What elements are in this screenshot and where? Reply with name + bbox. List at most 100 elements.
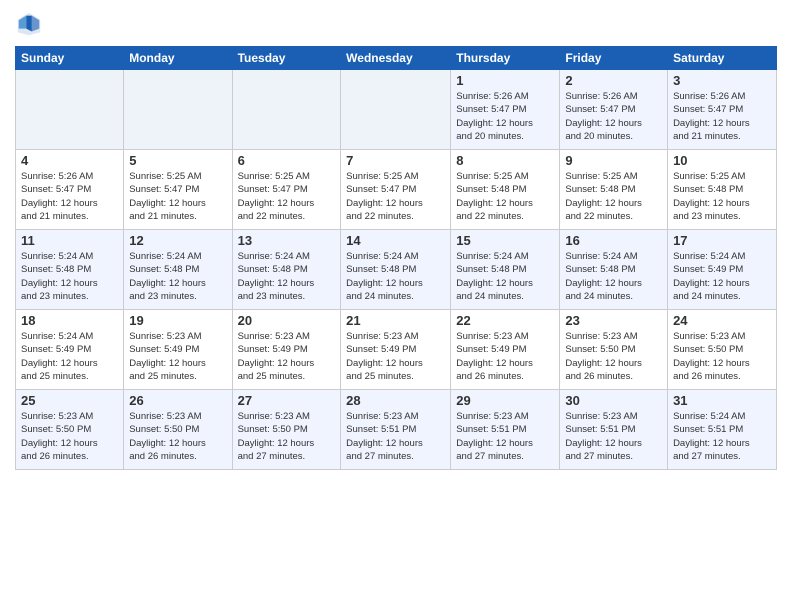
day-number: 8 <box>456 153 554 168</box>
day-cell: 26 Sunrise: 5:23 AM Sunset: 5:50 PM Dayli… <box>124 390 232 470</box>
weekday-wednesday: Wednesday <box>341 47 451 70</box>
day-number: 18 <box>21 313 118 328</box>
day-info: Sunrise: 5:23 AM Sunset: 5:50 PM Dayligh… <box>238 410 336 463</box>
day-number: 10 <box>673 153 771 168</box>
day-info: Sunrise: 5:23 AM Sunset: 5:50 PM Dayligh… <box>565 330 662 383</box>
day-cell: 7 Sunrise: 5:25 AM Sunset: 5:47 PM Daylig… <box>341 150 451 230</box>
day-number: 26 <box>129 393 226 408</box>
day-cell: 9 Sunrise: 5:25 AM Sunset: 5:48 PM Daylig… <box>560 150 668 230</box>
day-cell: 14Sunrise: 5:24 AM Sunset: 5:48 PM Dayli… <box>341 230 451 310</box>
day-info: Sunrise: 5:23 AM Sunset: 5:51 PM Dayligh… <box>456 410 554 463</box>
day-number: 3 <box>673 73 771 88</box>
day-number: 15 <box>456 233 554 248</box>
day-cell: 13 Sunrise: 5:24 AM Sunset: 5:48 PM Dayli… <box>232 230 341 310</box>
day-number: 11 <box>21 233 118 248</box>
day-info: Sunrise: 5:23 AM Sunset: 5:49 PM Dayligh… <box>129 330 226 383</box>
day-cell: 15 Sunrise: 5:24 AM Sunset: 5:48 PM Dayli… <box>451 230 560 310</box>
day-cell: 29 Sunrise: 5:23 AM Sunset: 5:51 PM Dayli… <box>451 390 560 470</box>
day-info: Sunrise: 5:24 AM Sunset: 5:51 PM Dayligh… <box>673 410 771 463</box>
day-info: Sunrise: 5:24 AM Sunset: 5:49 PM Dayligh… <box>673 250 771 303</box>
weekday-header-row: SundayMondayTuesdayWednesdayThursdayFrid… <box>16 47 777 70</box>
day-number: 29 <box>456 393 554 408</box>
day-cell: 28 Sunrise: 5:23 AM Sunset: 5:51 PM Dayli… <box>341 390 451 470</box>
day-number: 5 <box>129 153 226 168</box>
day-number: 16 <box>565 233 662 248</box>
day-info: Sunrise: 5:24 AM Sunset: 5:48 PM Dayligh… <box>238 250 336 303</box>
day-number: 30 <box>565 393 662 408</box>
day-info: Sunrise: 5:23 AM Sunset: 5:49 PM Dayligh… <box>238 330 336 383</box>
logo-icon <box>15 10 43 38</box>
day-info: Sunrise: 5:23 AM Sunset: 5:50 PM Dayligh… <box>673 330 771 383</box>
day-number: 22 <box>456 313 554 328</box>
day-number: 1 <box>456 73 554 88</box>
day-number: 9 <box>565 153 662 168</box>
day-cell: 17 Sunrise: 5:24 AM Sunset: 5:49 PM Dayli… <box>668 230 777 310</box>
day-cell: 12 Sunrise: 5:24 AM Sunset: 5:48 PM Dayli… <box>124 230 232 310</box>
weekday-thursday: Thursday <box>451 47 560 70</box>
day-number: 24 <box>673 313 771 328</box>
day-cell: 25 Sunrise: 5:23 AM Sunset: 5:50 PM Dayli… <box>16 390 124 470</box>
day-cell: 31 Sunrise: 5:24 AM Sunset: 5:51 PM Dayli… <box>668 390 777 470</box>
day-info: Sunrise: 5:23 AM Sunset: 5:50 PM Dayligh… <box>21 410 118 463</box>
day-cell <box>232 70 341 150</box>
day-cell <box>124 70 232 150</box>
day-number: 27 <box>238 393 336 408</box>
day-info: Sunrise: 5:24 AM Sunset: 5:49 PM Dayligh… <box>21 330 118 383</box>
day-info: Sunrise: 5:24 AM Sunset: 5:48 PM Dayligh… <box>21 250 118 303</box>
day-info: Sunrise: 5:23 AM Sunset: 5:51 PM Dayligh… <box>346 410 445 463</box>
day-number: 7 <box>346 153 445 168</box>
day-cell: 27 Sunrise: 5:23 AM Sunset: 5:50 PM Dayli… <box>232 390 341 470</box>
day-info: Sunrise: 5:25 AM Sunset: 5:47 PM Dayligh… <box>346 170 445 223</box>
day-info: Sunrise: 5:25 AM Sunset: 5:47 PM Dayligh… <box>238 170 336 223</box>
day-info: Sunrise: 5:26 AM Sunset: 5:47 PM Dayligh… <box>565 90 662 143</box>
week-row-2: 4Sunrise: 5:26 AM Sunset: 5:47 PM Daylig… <box>16 150 777 230</box>
day-cell: 16Sunrise: 5:24 AM Sunset: 5:48 PM Dayli… <box>560 230 668 310</box>
week-row-5: 25 Sunrise: 5:23 AM Sunset: 5:50 PM Dayli… <box>16 390 777 470</box>
week-row-4: 18 Sunrise: 5:24 AM Sunset: 5:49 PM Dayli… <box>16 310 777 390</box>
day-cell: 20 Sunrise: 5:23 AM Sunset: 5:49 PM Dayli… <box>232 310 341 390</box>
weekday-friday: Friday <box>560 47 668 70</box>
day-number: 17 <box>673 233 771 248</box>
day-info: Sunrise: 5:25 AM Sunset: 5:48 PM Dayligh… <box>456 170 554 223</box>
day-cell: 30 Sunrise: 5:23 AM Sunset: 5:51 PM Dayli… <box>560 390 668 470</box>
day-info: Sunrise: 5:23 AM Sunset: 5:50 PM Dayligh… <box>129 410 226 463</box>
day-number: 4 <box>21 153 118 168</box>
day-number: 14 <box>346 233 445 248</box>
day-number: 25 <box>21 393 118 408</box>
weekday-tuesday: Tuesday <box>232 47 341 70</box>
day-info: Sunrise: 5:26 AM Sunset: 5:47 PM Dayligh… <box>673 90 771 143</box>
day-number: 21 <box>346 313 445 328</box>
day-info: Sunrise: 5:24 AM Sunset: 5:48 PM Dayligh… <box>129 250 226 303</box>
day-number: 12 <box>129 233 226 248</box>
day-number: 28 <box>346 393 445 408</box>
day-cell: 1 Sunrise: 5:26 AM Sunset: 5:47 PM Daylig… <box>451 70 560 150</box>
day-number: 13 <box>238 233 336 248</box>
day-number: 2 <box>565 73 662 88</box>
day-cell: 10 Sunrise: 5:25 AM Sunset: 5:48 PM Dayli… <box>668 150 777 230</box>
day-cell: 22Sunrise: 5:23 AM Sunset: 5:49 PM Dayli… <box>451 310 560 390</box>
day-number: 20 <box>238 313 336 328</box>
week-row-3: 11 Sunrise: 5:24 AM Sunset: 5:48 PM Dayli… <box>16 230 777 310</box>
day-info: Sunrise: 5:26 AM Sunset: 5:47 PM Dayligh… <box>456 90 554 143</box>
day-cell: 3 Sunrise: 5:26 AM Sunset: 5:47 PM Daylig… <box>668 70 777 150</box>
day-cell <box>16 70 124 150</box>
day-number: 19 <box>129 313 226 328</box>
day-number: 23 <box>565 313 662 328</box>
day-cell: 18 Sunrise: 5:24 AM Sunset: 5:49 PM Dayli… <box>16 310 124 390</box>
day-cell: 21 Sunrise: 5:23 AM Sunset: 5:49 PM Dayli… <box>341 310 451 390</box>
week-row-1: 1 Sunrise: 5:26 AM Sunset: 5:47 PM Daylig… <box>16 70 777 150</box>
day-info: Sunrise: 5:23 AM Sunset: 5:49 PM Dayligh… <box>346 330 445 383</box>
day-info: Sunrise: 5:25 AM Sunset: 5:48 PM Dayligh… <box>673 170 771 223</box>
calendar: SundayMondayTuesdayWednesdayThursdayFrid… <box>15 46 777 470</box>
day-info: Sunrise: 5:25 AM Sunset: 5:48 PM Dayligh… <box>565 170 662 223</box>
weekday-sunday: Sunday <box>16 47 124 70</box>
day-cell: 8 Sunrise: 5:25 AM Sunset: 5:48 PM Daylig… <box>451 150 560 230</box>
day-cell: 11 Sunrise: 5:24 AM Sunset: 5:48 PM Dayli… <box>16 230 124 310</box>
day-cell: 19 Sunrise: 5:23 AM Sunset: 5:49 PM Dayli… <box>124 310 232 390</box>
day-cell: 5Sunrise: 5:25 AM Sunset: 5:47 PM Daylig… <box>124 150 232 230</box>
logo <box>15 10 47 38</box>
day-cell: 24 Sunrise: 5:23 AM Sunset: 5:50 PM Dayli… <box>668 310 777 390</box>
day-info: Sunrise: 5:23 AM Sunset: 5:51 PM Dayligh… <box>565 410 662 463</box>
day-number: 31 <box>673 393 771 408</box>
day-info: Sunrise: 5:24 AM Sunset: 5:48 PM Dayligh… <box>456 250 554 303</box>
